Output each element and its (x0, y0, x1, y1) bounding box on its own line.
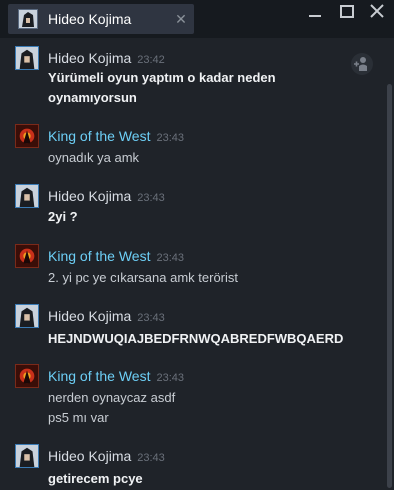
message-sender: King of the West 23:43 (48, 248, 184, 264)
kojima-avatar-icon (15, 184, 39, 208)
close-icon (370, 4, 384, 18)
message-time: 23:43 (156, 372, 184, 384)
king-avatar-icon (15, 244, 39, 268)
maximize-button[interactable] (332, 2, 362, 22)
tab-close-icon[interactable]: ✕ (174, 12, 188, 26)
message-sender: Hideo Kojima 23:43 (48, 448, 165, 464)
kojima-avatar-icon (15, 444, 39, 468)
message-text: oynadık ya amk (48, 150, 140, 165)
add-friend-icon[interactable] (350, 52, 374, 76)
message-text: getirecem pcye (48, 471, 143, 486)
king-avatar-icon (15, 124, 39, 148)
kojima-avatar-icon (18, 9, 38, 29)
message-time: 23:43 (156, 252, 184, 264)
title-bar: Hideo Kojima ✕ (0, 0, 394, 38)
message-time: 23:43 (137, 312, 165, 324)
tab-title: Hideo Kojima (48, 11, 132, 27)
minimize-icon (309, 15, 321, 17)
message-time: 23:43 (156, 132, 184, 144)
message-sender: Hideo Kojima 23:43 (48, 188, 165, 204)
kojima-avatar-icon (15, 304, 39, 328)
message-text: nerden oynaycaz asdf (48, 390, 176, 405)
kojima-avatar-icon (15, 46, 39, 70)
message-text: oynamıyorsun (48, 90, 137, 105)
message-text: HEJNDWUQIAJBEDFRNWQABREDFWBQAERD (48, 331, 344, 346)
chat-tab[interactable]: Hideo Kojima ✕ (8, 4, 194, 34)
scrollbar-thumb[interactable] (387, 84, 392, 488)
message-sender: King of the West 23:43 (48, 128, 184, 144)
message-sender: Hideo Kojima 23:42 (48, 50, 165, 66)
maximize-icon (340, 5, 354, 18)
message-sender: Hideo Kojima 23:43 (48, 308, 165, 324)
message-text: Yürümeli oyun yaptım o kadar neden (48, 70, 276, 85)
minimize-button[interactable] (300, 2, 330, 22)
close-button[interactable] (362, 2, 392, 22)
message-text: 2yi ? (48, 209, 78, 224)
message-time: 23:43 (137, 192, 165, 204)
king-avatar-icon (15, 364, 39, 388)
message-time: 23:42 (137, 54, 165, 66)
message-text: ps5 mı var (48, 410, 109, 425)
message-time: 23:43 (137, 452, 165, 464)
message-text: 2. yi pc ye cıkarsana amk terörist (48, 270, 239, 285)
message-sender: King of the West 23:43 (48, 368, 184, 384)
